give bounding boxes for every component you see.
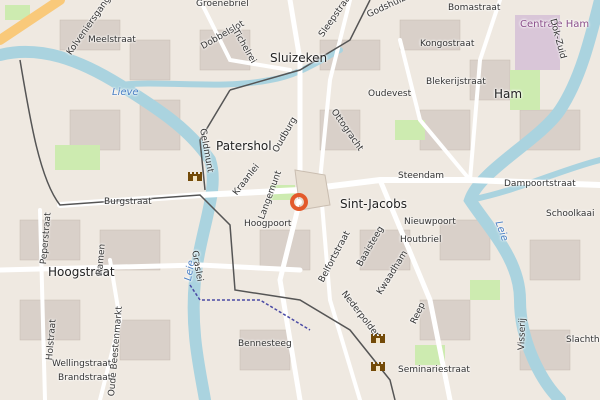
label-houtbriel: Houtbriel <box>400 235 442 245</box>
label-nieuwpoort: Nieuwpoort <box>404 217 456 227</box>
label-ham: Ham <box>494 87 523 101</box>
label-meelstraat: Meelstraat <box>88 35 136 45</box>
label-oudevest: Oudevest <box>368 89 412 99</box>
label-bomastraat: Bomastraat <box>448 3 501 13</box>
castle-icon[interactable] <box>370 358 386 372</box>
location-marker-icon[interactable] <box>289 192 309 212</box>
label-kongostraat: Kongostraat <box>420 39 475 49</box>
map-view[interactable]: Groenebriel Bomastraat Meelstraat Kongos… <box>0 0 600 400</box>
label-dampoortstraat: Dampoortstraat <box>504 179 576 189</box>
label-steendam: Steendam <box>398 171 445 181</box>
label-visserij: Visserij <box>517 317 529 351</box>
castle-icon[interactable] <box>370 330 386 344</box>
label-groenebriel: Groenebriel <box>196 0 249 9</box>
label-sluizeken: Sluizeken <box>270 51 328 65</box>
label-burgstraat: Burgstraat <box>104 197 152 207</box>
label-brandstraat: Brandstraat <box>58 373 112 383</box>
label-slachthuis: Slachthuis <box>566 335 600 345</box>
label-schoolkaai: Schoolkaai <box>546 209 595 219</box>
label-wellingstraat: Wellingstraat <box>52 359 112 369</box>
label-blekerijstraat: Blekerijstraat <box>426 77 486 87</box>
castle-icon[interactable] <box>187 168 203 182</box>
label-patershol: Patershol <box>216 139 272 153</box>
label-sint-jacobs: Sint-Jacobs <box>340 197 407 211</box>
label-hoogpoort: Hoogpoort <box>244 219 292 229</box>
label-lieve: Lieve <box>112 87 139 98</box>
label-seminariestraat: Seminariestraat <box>398 365 470 375</box>
label-bennesteeg: Bennesteeg <box>238 339 292 349</box>
